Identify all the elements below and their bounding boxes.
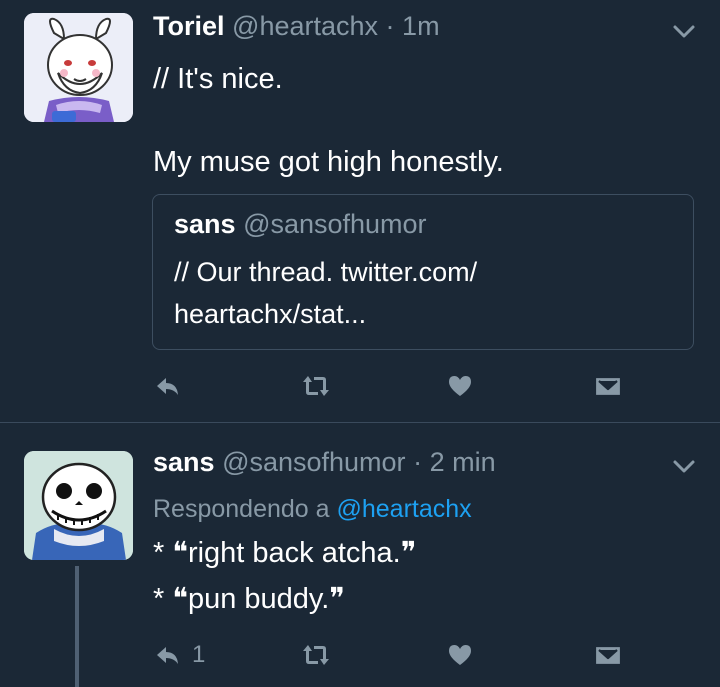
quoted-text-line: heartachx/stat...	[174, 299, 367, 329]
user-handle[interactable]: @heartachx	[232, 11, 378, 41]
retweet-button[interactable]	[302, 368, 330, 404]
tweet-header: Toriel @heartachx · 1m	[153, 11, 440, 42]
quoted-user-handle: @sansofhumor	[243, 209, 427, 239]
user-handle[interactable]: @sansofhumor	[222, 447, 406, 477]
tweet-sans[interactable]: sans @sansofhumor · 2 min Respondendo a …	[0, 423, 720, 687]
reply-button[interactable]: 1	[154, 637, 205, 673]
display-name[interactable]: Toriel	[153, 11, 225, 41]
tweet-toriel[interactable]: Toriel @heartachx · 1m // It's nice. My …	[0, 0, 720, 422]
reply-button[interactable]	[154, 368, 182, 404]
retweet-button[interactable]	[302, 637, 330, 673]
quoted-tweet[interactable]: sans @sansofhumor // Our thread. twitter…	[152, 194, 694, 350]
tweet-text-line: // It's nice.	[153, 63, 283, 95]
timestamp[interactable]: 1m	[402, 11, 440, 41]
quoted-tweet-header: sans @sansofhumor	[174, 209, 427, 240]
chevron-down-icon[interactable]	[672, 459, 696, 475]
sans-avatar-image	[24, 451, 133, 560]
direct-message-icon	[594, 644, 622, 667]
retweet-icon	[303, 645, 329, 665]
reply-mention-link[interactable]: @heartachx	[337, 495, 472, 523]
heart-icon	[449, 376, 471, 396]
quoted-display-name: sans	[174, 209, 236, 239]
direct-message-button[interactable]	[594, 637, 622, 673]
display-name[interactable]: sans	[153, 447, 215, 477]
reply-icon	[157, 378, 178, 395]
separator: ·	[385, 11, 395, 41]
quoted-tweet-text: // Our thread. twitter.com/ heartachx/st…	[174, 251, 674, 335]
tweet-text-line: My muse got high honestly.	[153, 146, 504, 178]
avatar[interactable]	[24, 451, 133, 560]
toriel-avatar-image	[24, 13, 133, 122]
like-button[interactable]	[446, 637, 474, 673]
direct-message-icon	[594, 375, 622, 398]
chevron-down-icon[interactable]	[672, 24, 696, 40]
tweet-actions: 1	[0, 637, 720, 673]
replying-to-label: Respondendo a	[153, 495, 330, 523]
separator: ·	[413, 447, 423, 477]
avatar[interactable]	[24, 13, 133, 122]
tweet-text-line: * ❝right back atcha.❞	[153, 537, 417, 569]
timestamp[interactable]: 2 min	[430, 447, 496, 477]
retweet-icon	[303, 376, 329, 396]
tweet-text-line: * ❝pun buddy.❞	[153, 583, 345, 615]
heart-icon	[449, 645, 471, 665]
reply-icon	[157, 647, 178, 664]
tweet-header: sans @sansofhumor · 2 min	[153, 447, 496, 478]
direct-message-button[interactable]	[594, 368, 622, 404]
quoted-text-line: // Our thread. twitter.com/	[174, 257, 478, 287]
like-button[interactable]	[446, 368, 474, 404]
replying-to: Respondendo a @heartachx	[153, 495, 472, 524]
tweet-actions	[0, 368, 720, 404]
reply-count: 1	[192, 641, 206, 668]
